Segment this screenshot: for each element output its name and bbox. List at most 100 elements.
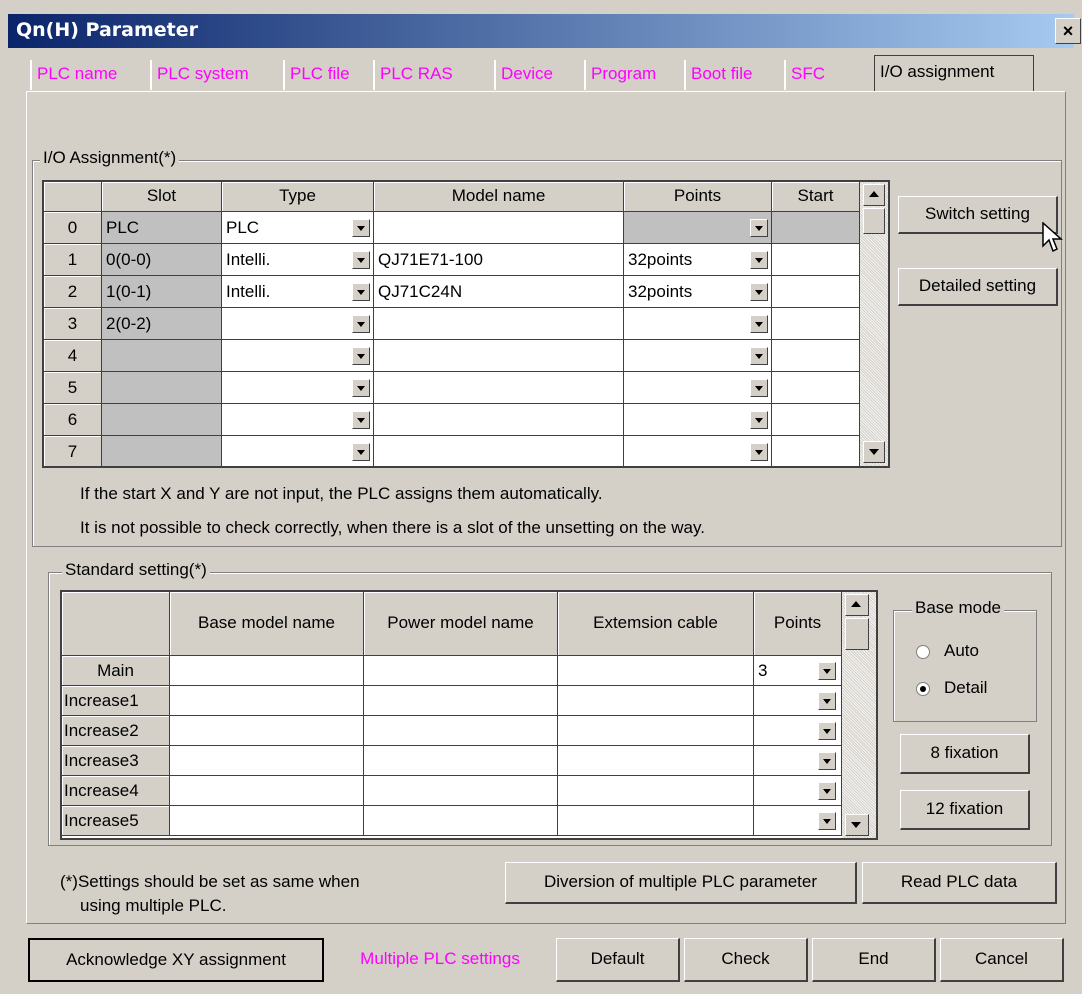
std-scroll-down-button[interactable] [845, 814, 869, 836]
io-model-cell[interactable] [374, 212, 624, 244]
io-scroll-down-button[interactable] [863, 441, 885, 463]
io-model-cell[interactable] [374, 436, 624, 466]
detailed-setting-button[interactable]: Detailed setting [898, 268, 1058, 306]
std-base-cell[interactable] [170, 776, 364, 806]
std-cable-cell[interactable] [558, 656, 754, 686]
io-model-cell[interactable]: QJ71E71-100 [374, 244, 624, 276]
io-start-cell[interactable] [772, 372, 860, 404]
io-start-cell[interactable] [772, 436, 860, 466]
std-power-cell[interactable] [364, 806, 558, 836]
std-points-dropdown-button[interactable] [818, 692, 836, 710]
io-type-value: Intelli. [226, 250, 271, 269]
std-cable-cell[interactable] [558, 686, 754, 716]
io-model-cell[interactable] [374, 340, 624, 372]
end-button[interactable]: End [812, 938, 936, 982]
switch-setting-button[interactable]: Switch setting [898, 196, 1058, 234]
std-cable-cell[interactable] [558, 776, 754, 806]
standard-setting-grid: Base model name Power model name Extemsi… [60, 590, 878, 840]
tab-device[interactable]: Device [494, 60, 584, 90]
std-power-cell[interactable] [364, 716, 558, 746]
io-slot-cell[interactable]: 0(0-0) [102, 244, 222, 276]
io-type-dropdown-button[interactable] [352, 283, 370, 301]
std-cable-cell[interactable] [558, 716, 754, 746]
base-mode-detail-radio[interactable] [916, 682, 930, 696]
io-type-dropdown-button[interactable] [352, 347, 370, 365]
io-start-cell[interactable] [772, 276, 860, 308]
twelve-fixation-button[interactable]: 12 fixation [900, 790, 1030, 830]
close-button[interactable]: × [1055, 18, 1081, 44]
default-button[interactable]: Default [556, 938, 680, 982]
std-base-cell[interactable] [170, 716, 364, 746]
io-start-cell[interactable] [772, 244, 860, 276]
base-mode-auto-radio[interactable] [916, 645, 930, 659]
eight-fixation-button[interactable]: 8 fixation [900, 734, 1030, 774]
std-base-cell[interactable] [170, 686, 364, 716]
tab-plc-system[interactable]: PLC system [150, 60, 283, 90]
std-grid-corner [62, 592, 170, 656]
tab-plc-ras[interactable]: PLC RAS [373, 60, 494, 90]
io-type-dropdown-button[interactable] [352, 443, 370, 461]
std-points-dropdown-button[interactable] [818, 752, 836, 770]
std-base-cell[interactable] [170, 746, 364, 776]
std-points-dropdown-button[interactable] [818, 782, 836, 800]
io-slot-cell[interactable]: 1(0-1) [102, 276, 222, 308]
io-points-dropdown-button[interactable] [750, 251, 768, 269]
std-points-dropdown-button[interactable] [818, 722, 836, 740]
io-points-dropdown-button[interactable] [750, 379, 768, 397]
io-model-cell[interactable]: QJ71C24N [374, 276, 624, 308]
io-slot-cell[interactable] [102, 340, 222, 372]
tab-program[interactable]: Program [584, 60, 684, 90]
io-scroll-thumb[interactable] [863, 208, 885, 234]
io-scroll-up-button[interactable] [863, 184, 885, 206]
std-base-cell[interactable] [170, 806, 364, 836]
std-power-cell[interactable] [364, 776, 558, 806]
io-slot-cell[interactable] [102, 404, 222, 436]
std-scroll-up-button[interactable] [845, 594, 869, 616]
io-start-cell[interactable] [772, 308, 860, 340]
io-model-cell[interactable] [374, 372, 624, 404]
std-power-cell[interactable] [364, 746, 558, 776]
io-type-dropdown-button[interactable] [352, 411, 370, 429]
std-points-dropdown-button[interactable] [818, 812, 836, 830]
tab-plc-file[interactable]: PLC file [283, 60, 373, 90]
tab-boot-file[interactable]: Boot file [684, 60, 784, 90]
io-model-cell[interactable] [374, 404, 624, 436]
io-type-dropdown-button[interactable] [352, 379, 370, 397]
acknowledge-xy-button[interactable]: Acknowledge XY assignment [28, 938, 324, 982]
std-power-cell[interactable] [364, 686, 558, 716]
io-slot-cell[interactable]: PLC [102, 212, 222, 244]
grid-corner [44, 182, 102, 212]
io-points-dropdown-button[interactable] [750, 411, 768, 429]
io-type-dropdown-button[interactable] [352, 315, 370, 333]
std-scroll-thumb[interactable] [845, 618, 869, 650]
cancel-button[interactable]: Cancel [940, 938, 1064, 982]
check-button[interactable]: Check [684, 938, 808, 982]
multiple-plc-settings-button[interactable]: Multiple PLC settings [330, 938, 550, 982]
io-start-cell[interactable] [772, 340, 860, 372]
base-mode-auto-label: Auto [944, 641, 979, 660]
std-cable-cell[interactable] [558, 746, 754, 776]
tab-plc-name[interactable]: PLC name [30, 60, 150, 90]
std-power-cell[interactable] [364, 656, 558, 686]
std-points-dropdown-button[interactable] [818, 662, 836, 680]
io-points-dropdown-button[interactable] [750, 443, 768, 461]
io-points-dropdown-button[interactable] [750, 283, 768, 301]
io-type-dropdown-button[interactable] [352, 251, 370, 269]
io-start-cell[interactable] [772, 212, 860, 244]
tab-sfc[interactable]: SFC [784, 60, 866, 90]
io-slot-cell[interactable] [102, 436, 222, 466]
io-points-dropdown-button[interactable] [750, 347, 768, 365]
io-start-cell[interactable] [772, 404, 860, 436]
read-plc-data-button[interactable]: Read PLC data [862, 862, 1057, 904]
io-slot-cell[interactable] [102, 372, 222, 404]
std-base-cell[interactable] [170, 656, 364, 686]
io-type-dropdown-button[interactable] [352, 219, 370, 237]
io-points-dropdown-button[interactable] [750, 219, 768, 237]
std-cable-cell[interactable] [558, 806, 754, 836]
io-slot-cell[interactable]: 2(0-2) [102, 308, 222, 340]
diversion-multiple-plc-button[interactable]: Diversion of multiple PLC parameter [505, 862, 857, 904]
std-points-value: 3 [758, 661, 768, 680]
io-model-cell[interactable] [374, 308, 624, 340]
io-points-dropdown-button[interactable] [750, 315, 768, 333]
tab-io-assignment[interactable]: I/O assignment [874, 55, 1034, 92]
